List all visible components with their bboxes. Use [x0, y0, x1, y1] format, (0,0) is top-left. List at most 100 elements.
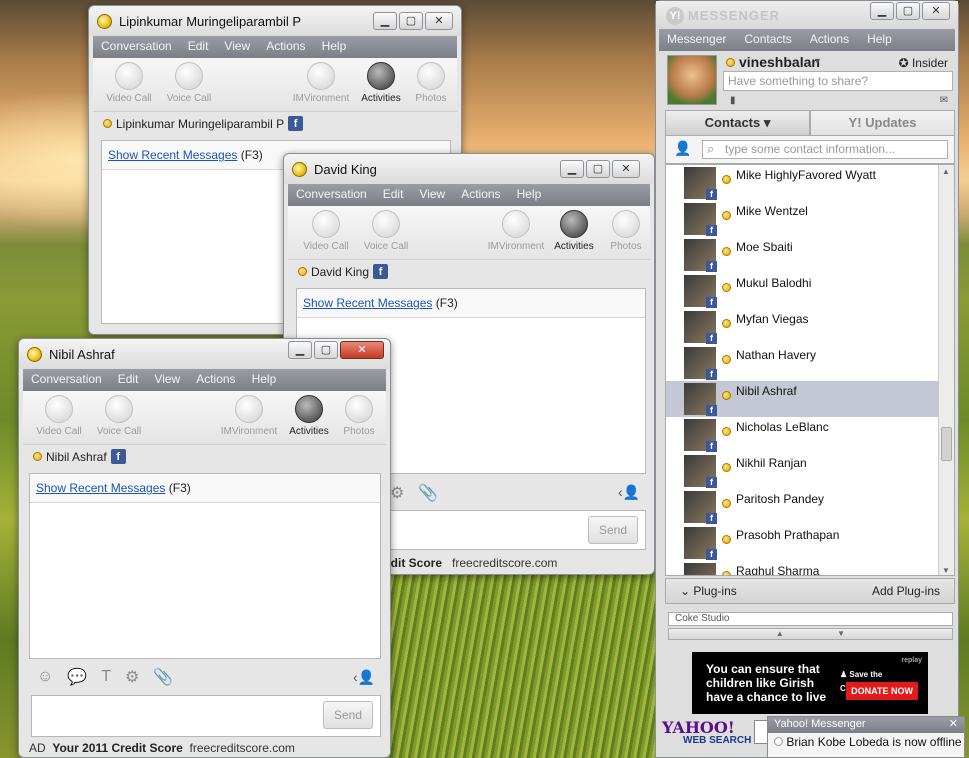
menu-edit[interactable]: Edit: [188, 39, 209, 55]
photos-button[interactable]: Photos: [401, 62, 461, 104]
conversation-area[interactable]: Show Recent Messages (F3): [29, 473, 381, 659]
activities-button[interactable]: Activities: [544, 210, 604, 252]
emoticon-icon[interactable]: ☺: [37, 668, 53, 686]
username[interactable]: vineshbalan: [739, 54, 820, 70]
insider-link[interactable]: ✪ Insider: [899, 56, 948, 70]
menu-help[interactable]: Help: [322, 39, 347, 55]
maximize-button[interactable]: ▢: [586, 160, 610, 178]
voice-call-button[interactable]: Voice Call: [89, 395, 149, 437]
minimize-button[interactable]: ▁: [870, 2, 894, 20]
tab-updates[interactable]: Y! Updates: [810, 110, 955, 136]
plugin-nav[interactable]: ▲ ▼: [668, 628, 953, 640]
menu-contacts[interactable]: Contacts: [744, 32, 791, 48]
close-button[interactable]: ✕: [612, 160, 640, 178]
maximize-button[interactable]: ▢: [314, 341, 338, 359]
menu-actions[interactable]: Actions: [461, 187, 500, 203]
menu-conversation[interactable]: Conversation: [101, 39, 172, 55]
voice-call-button[interactable]: Voice Call: [356, 210, 416, 252]
imvironment-button[interactable]: IMVironment: [217, 395, 281, 437]
contact-row[interactable]: f Nikhil Ranjan: [666, 453, 954, 489]
contact-row[interactable]: f Moe Sbaiti: [666, 237, 954, 273]
menu-conversation[interactable]: Conversation: [296, 187, 367, 203]
add-contact-icon[interactable]: 👤: [674, 140, 691, 157]
close-button[interactable]: ✕: [922, 2, 950, 20]
menu-view[interactable]: View: [419, 187, 445, 203]
tab-contacts[interactable]: Contacts ▾: [665, 110, 810, 136]
ad-strip[interactable]: AD Your 2011 Credit Score freecreditscor…: [29, 741, 295, 755]
menu-help[interactable]: Help: [252, 372, 277, 388]
video-call-button[interactable]: Video Call: [99, 62, 159, 104]
web-search-input[interactable]: [754, 720, 768, 744]
ad-strip[interactable]: edit Score freecreditscore.com: [384, 556, 557, 570]
video-call-button[interactable]: Video Call: [29, 395, 89, 437]
contact-row[interactable]: f Nathan Havery: [666, 345, 954, 381]
close-button[interactable]: ✕: [340, 341, 384, 359]
send-button[interactable]: Send: [588, 516, 638, 544]
imvironment-button[interactable]: IMVironment: [484, 210, 548, 252]
title-bar[interactable]: Nibil Ashraf ▁ ▢ ✕: [19, 339, 390, 369]
status-dropdown-icon[interactable]: ▼: [813, 56, 822, 66]
contact-row[interactable]: f Paritosh Pandey: [666, 489, 954, 525]
settings-icon[interactable]: ⚙: [125, 667, 139, 687]
contact-row[interactable]: f Nibil Ashraf: [666, 381, 954, 417]
show-recent-messages-link[interactable]: Show Recent Messages: [108, 148, 237, 162]
menu-edit[interactable]: Edit: [118, 372, 139, 388]
imvironment-button[interactable]: IMVironment: [289, 62, 353, 104]
menu-actions[interactable]: Actions: [266, 39, 305, 55]
menu-help[interactable]: Help: [867, 32, 892, 48]
im-window-nibil-ashraf[interactable]: Nibil Ashraf ▁ ▢ ✕ Conversation Edit View Act…: [18, 338, 391, 758]
plugin-item[interactable]: Coke Studio: [668, 612, 953, 626]
menu-actions[interactable]: Actions: [196, 372, 235, 388]
contact-row[interactable]: f Myfan Viegas: [666, 309, 954, 345]
contact-search-input[interactable]: type some contact information...: [702, 140, 948, 159]
send-button[interactable]: Send: [323, 701, 373, 729]
buddy-name[interactable]: Lipinkumar Muringeliparambil P: [116, 117, 284, 131]
avatar[interactable]: [667, 55, 717, 105]
notification-toast[interactable]: Yahoo! Messenger ✕ Brian Kobe Lobeda is n…: [767, 716, 965, 758]
maximize-button[interactable]: ▢: [896, 2, 920, 20]
menu-help[interactable]: Help: [517, 187, 542, 203]
contact-row[interactable]: f Mike HighlyFavored Wyatt: [666, 165, 954, 201]
nudge-icon[interactable]: 💬: [67, 667, 87, 687]
status-message-input[interactable]: Have something to share?: [723, 71, 953, 91]
contact-row[interactable]: f Raghul Sharma: [666, 561, 954, 575]
contact-row[interactable]: f Prasobh Prathapan: [666, 525, 954, 561]
attach-icon[interactable]: 📎: [418, 483, 438, 503]
title-bar[interactable]: Y! MESSENGER ▁ ▢ ✕: [656, 1, 958, 29]
show-recent-messages-link[interactable]: Show Recent Messages: [303, 296, 432, 310]
plugins-toggle[interactable]: ⌄ Plug-ins: [680, 584, 737, 598]
photos-button[interactable]: Photos: [596, 210, 656, 252]
menu-view[interactable]: View: [154, 372, 180, 388]
title-bar[interactable]: David King ▁ ▢ ✕: [284, 154, 654, 184]
contact-row[interactable]: f Mukul Balodhi: [666, 273, 954, 309]
show-recent-messages-link[interactable]: Show Recent Messages: [36, 481, 165, 495]
close-icon[interactable]: ✕: [949, 717, 958, 730]
title-bar[interactable]: Lipinkumar Muringeliparambil P ▁ ▢ ✕: [89, 6, 461, 36]
maximize-button[interactable]: ▢: [399, 12, 423, 30]
menu-conversation[interactable]: Conversation: [31, 372, 102, 388]
buddy-name[interactable]: Nibil Ashraf: [46, 450, 107, 464]
contact-row[interactable]: f Nicholas LeBlanc: [666, 417, 954, 453]
text-format-icon[interactable]: T: [101, 668, 111, 686]
photos-button[interactable]: Photos: [329, 395, 389, 437]
attach-icon[interactable]: 📎: [153, 667, 173, 687]
add-plugins-link[interactable]: Add Plug-ins: [872, 584, 940, 598]
scrollbar-thumb[interactable]: [941, 427, 952, 461]
menu-view[interactable]: View: [224, 39, 250, 55]
mail-icon[interactable]: ✉: [940, 95, 948, 106]
buddy-name[interactable]: David King: [311, 265, 369, 279]
voice-call-button[interactable]: Voice Call: [159, 62, 219, 104]
menu-messenger[interactable]: Messenger: [667, 32, 726, 48]
donate-button[interactable]: DONATE NOW: [846, 682, 918, 700]
status-dot-icon[interactable]: [726, 58, 735, 67]
contact-info-icon[interactable]: ‹👤: [618, 484, 640, 501]
ad-banner[interactable]: You can ensure that children like Girish…: [692, 652, 928, 714]
contact-row[interactable]: f Mike Wentzel: [666, 201, 954, 237]
video-call-button[interactable]: Video Call: [296, 210, 356, 252]
menu-edit[interactable]: Edit: [383, 187, 404, 203]
mobile-icon[interactable]: ▮: [730, 95, 736, 106]
contact-info-icon[interactable]: ‹👤: [353, 669, 375, 686]
contact-list-scrollbar[interactable]: ▲ ▼: [938, 165, 954, 575]
close-button[interactable]: ✕: [425, 12, 453, 30]
settings-icon[interactable]: ⚙: [390, 483, 404, 503]
